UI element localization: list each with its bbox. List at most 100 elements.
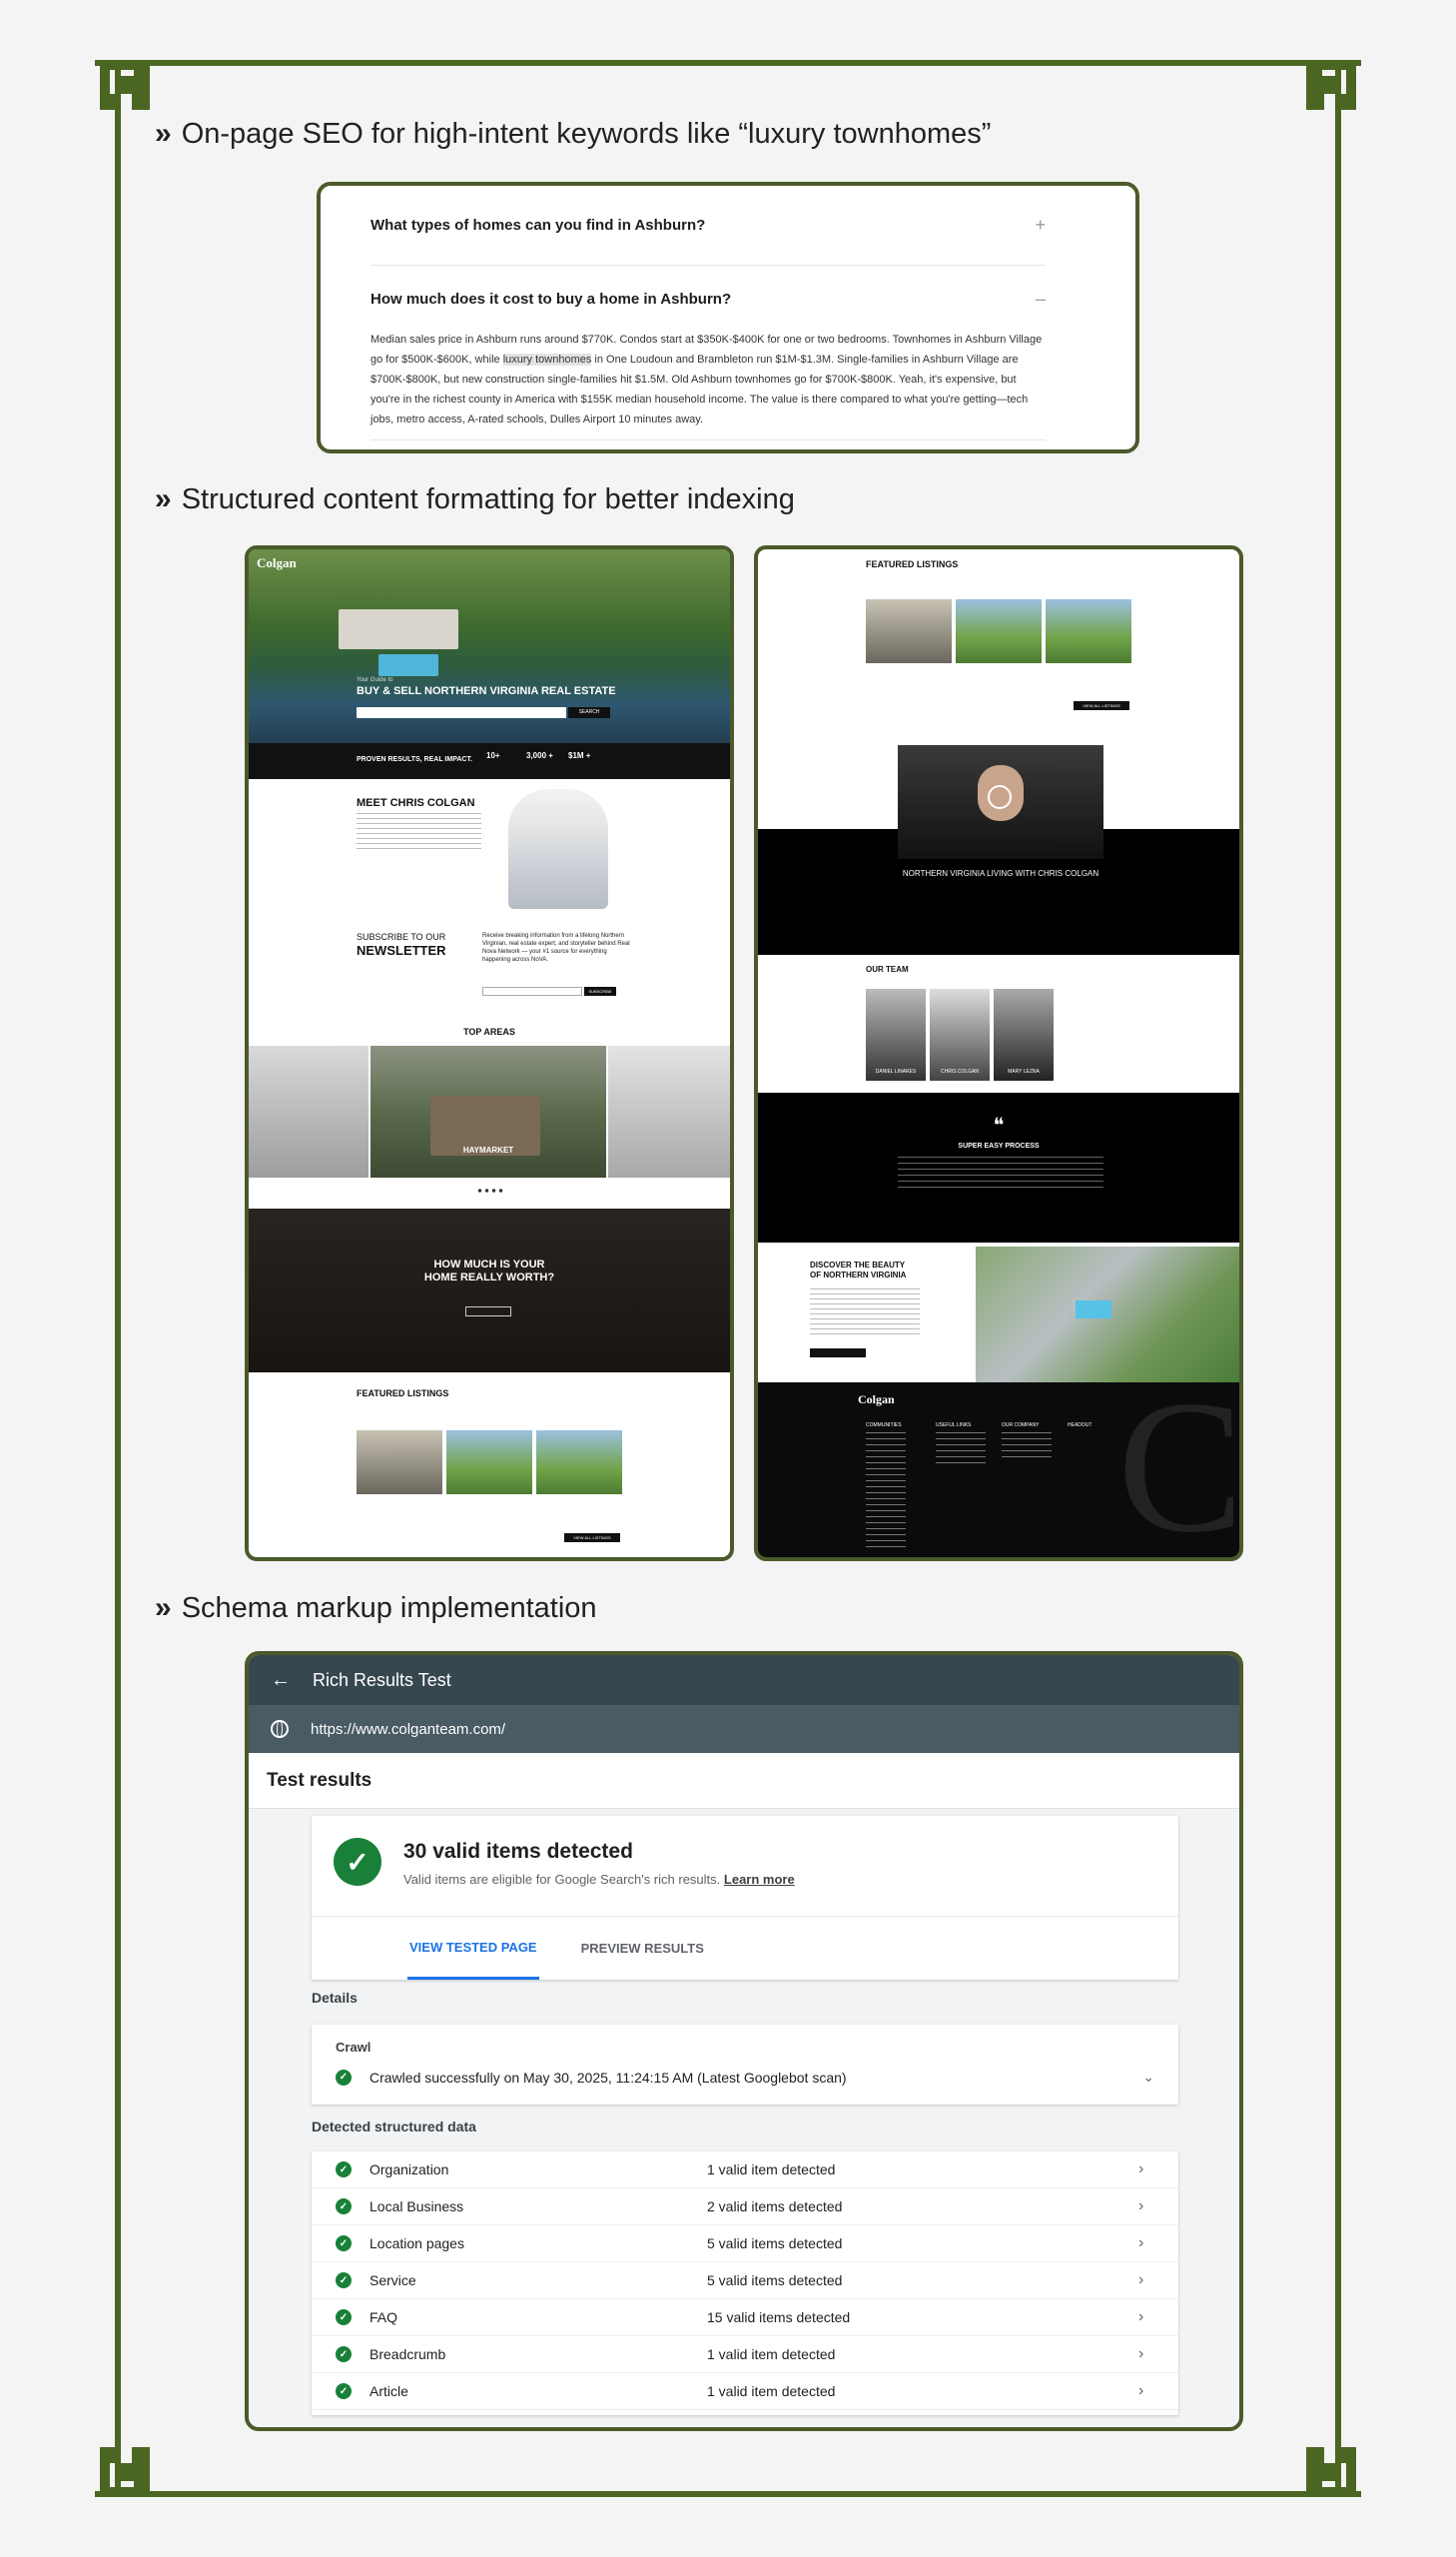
subscribe-text: Receive breaking information from a life… [482, 933, 630, 963]
hero-image: Colgan Your Guide to BUY & SELL NORTHERN… [249, 549, 730, 743]
frame-bottom-line [95, 2491, 1361, 2497]
faq-item-2-header[interactable]: How much does it cost to buy a home in A… [370, 266, 1046, 322]
check-circle-icon: ✓ [336, 2383, 352, 2399]
listing-image[interactable] [866, 599, 952, 663]
expand-plus-icon[interactable]: + [1035, 215, 1046, 236]
check-circle-icon: ✓ [336, 2198, 352, 2214]
tab-view-tested-page[interactable]: VIEW TESTED PAGE [407, 1917, 539, 1980]
structured-data-count: 1 valid item detected [707, 2383, 836, 2399]
tested-url[interactable]: https://www.colganteam.com/ [311, 1721, 505, 1738]
hero-title: BUY & SELL NORTHERN VIRGINIA REAL ESTATE [357, 685, 616, 697]
website-mockup-right: FEATURED LISTINGS VIEW ALL LISTINGS NORT… [754, 545, 1243, 1561]
meet-text-lines [357, 813, 481, 853]
structured-data-row[interactable]: ✓ Breadcrumb 1 valid item detected › [312, 2336, 1178, 2373]
chevron-right-icon[interactable]: › [1138, 2197, 1178, 2215]
structured-data-count: 2 valid items detected [707, 2198, 843, 2214]
structured-data-list: ✓ Organization 1 valid item detected › ✓ Loca… [312, 2151, 1178, 2415]
home-worth-section: HOW MUCH IS YOUR HOME REALLY WORTH? [249, 1209, 730, 1372]
structured-data-count: 5 valid items detected [707, 2235, 843, 2251]
area-image-haymarket[interactable]: HAYMARKET [370, 1046, 606, 1178]
featured-title: FEATURED LISTINGS [866, 559, 959, 569]
structured-data-row[interactable]: ✓ FAQ 15 valid items detected › [312, 2299, 1178, 2336]
site-logo: Colgan [257, 555, 297, 570]
structured-data-row[interactable]: ✓ Location pages 5 valid items detected › [312, 2225, 1178, 2262]
structured-data-row[interactable]: ✓ Service 5 valid items detected › [312, 2262, 1178, 2299]
team-member-photo[interactable]: MARY LEZNA [994, 989, 1054, 1081]
stat-value: 10+ [486, 751, 500, 760]
footer-column-title: COMMUNITIES [866, 1422, 902, 1428]
structured-data-row[interactable]: ✓ Article 1 valid item detected › [312, 2373, 1178, 2410]
tab-label: PREVIEW RESULTS [580, 1941, 704, 1956]
crawl-card[interactable]: Crawl ✓ Crawled successfully on May 30, … [312, 2025, 1178, 2105]
hero-search-button[interactable]: SEARCH [568, 707, 610, 718]
discover-button[interactable] [810, 1348, 866, 1357]
faq-item-1[interactable]: What types of homes can you find in Ashb… [370, 186, 1046, 266]
pool [1076, 1300, 1111, 1318]
valid-items-subtitle: Valid items are eligible for Google Sear… [403, 1872, 721, 1887]
meet-title: MEET CHRIS COLGAN [357, 797, 475, 809]
footer-links[interactable] [866, 1432, 906, 1552]
chevron-right-icon[interactable]: › [1138, 2271, 1178, 2289]
hero-search-input[interactable] [357, 707, 566, 718]
pool [378, 654, 438, 676]
listing-image[interactable] [1046, 599, 1131, 663]
listing-image[interactable] [956, 599, 1042, 663]
area-image-gray [249, 1046, 368, 1178]
tab-preview-results[interactable]: PREVIEW RESULTS [581, 1917, 704, 1980]
structured-data-type: Organization [369, 2161, 449, 2177]
footer-big-letter: C [1117, 1362, 1243, 1561]
structured-data-count: 15 valid items detected [707, 2309, 851, 2325]
process-text-lines [898, 1157, 1103, 1191]
play-icon[interactable] [988, 785, 1012, 809]
team-member-photo[interactable]: CHRIS COLGAN [930, 989, 990, 1081]
team-member-name: CHRIS COLGAN [940, 1069, 980, 1075]
footer-logo: Colgan [858, 1392, 895, 1406]
globe-icon [271, 1720, 289, 1738]
structured-data-count: 1 valid item detected [707, 2161, 836, 2177]
footer-column-title: USEFUL LINKS [936, 1422, 972, 1428]
chevron-right-icon[interactable]: › [1138, 2308, 1178, 2326]
rich-results-test-panel: ← Rich Results Test https://www.colgante… [245, 1651, 1243, 2431]
chevron-right-icon[interactable]: › [1138, 2160, 1178, 2178]
chevron-right-icon[interactable]: › [1138, 2382, 1178, 2400]
back-arrow-icon[interactable]: ← [271, 1669, 291, 1692]
featured-title: FEATURED LISTINGS [357, 1388, 449, 1398]
url-bar: https://www.colganteam.com/ [249, 1705, 1239, 1753]
subscribe-email-input[interactable] [482, 987, 582, 996]
listing-image[interactable] [446, 1430, 532, 1494]
team-member-photo[interactable]: DANIEL LINARES [866, 989, 926, 1081]
carousel-dots[interactable] [476, 1189, 504, 1193]
stat-value: $1M + [568, 751, 591, 760]
subscribe-button[interactable]: SUBSCRIBE [584, 987, 616, 996]
view-all-listings-button[interactable]: VIEW ALL LISTINGS [1074, 701, 1129, 710]
chevron-right-icon[interactable]: › [1138, 2234, 1178, 2252]
footer-links[interactable] [1002, 1432, 1052, 1462]
footer-links[interactable] [936, 1432, 986, 1468]
details-label: Details [312, 1990, 358, 2006]
collapse-minus-icon[interactable]: – [1036, 289, 1046, 310]
structured-data-row[interactable]: ✓ Local Business 2 valid items detected › [312, 2188, 1178, 2225]
learn-more-link[interactable]: Learn more [724, 1872, 795, 1887]
quote-icon: ❝ [993, 1115, 1005, 1137]
listing-image[interactable] [357, 1430, 442, 1494]
chevron-right-icon[interactable]: › [1138, 2345, 1178, 2363]
listing-image[interactable] [536, 1430, 622, 1494]
double-chevron-right-icon: » [155, 117, 172, 150]
structured-data-row[interactable]: ✓ Organization 1 valid item detected › [312, 2151, 1178, 2188]
stat-value: 3,000 + [526, 751, 553, 760]
view-all-listings-button[interactable]: VIEW ALL LISTINGS [564, 1533, 620, 1542]
frame-left-line [115, 70, 121, 2487]
check-circle-icon: ✓ [336, 2235, 352, 2251]
corner-ornament-icon [100, 2447, 150, 2497]
worth-button[interactable] [465, 1306, 511, 1316]
section-heading-schema: » Schema markup implementation [155, 1591, 597, 1625]
stats-bar: PROVEN RESULTS, REAL IMPACT. 10+ 3,000 +… [249, 743, 730, 779]
structured-data-type: Local Business [369, 2198, 464, 2214]
corner-ornament-icon [100, 60, 150, 110]
frame-top-line [95, 60, 1361, 66]
chevron-down-icon[interactable]: ⌄ [1142, 2069, 1154, 2086]
worth-title: HOME REALLY WORTH? [423, 1272, 555, 1283]
faq-card: What types of homes can you find in Ashb… [317, 182, 1139, 453]
video-title: NORTHERN VIRGINIA LIVING WITH CHRIS COLG… [902, 869, 1099, 878]
video-thumbnail[interactable] [898, 745, 1103, 859]
